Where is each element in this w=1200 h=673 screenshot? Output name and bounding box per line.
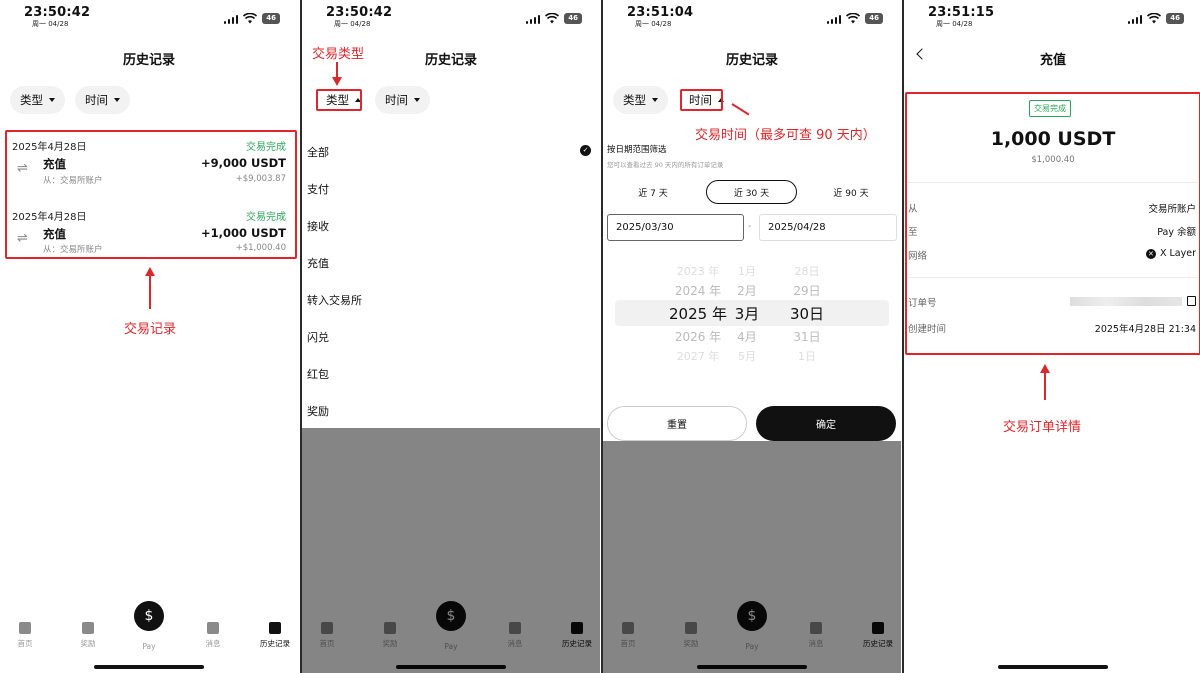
rewards-icon <box>82 622 94 634</box>
status-time: 23:51:04 <box>627 5 694 20</box>
menu-item-receive[interactable]: 接收 <box>307 218 329 234</box>
time-filter-button[interactable]: 时间 <box>375 86 430 114</box>
menu-item-deposit[interactable]: 充值 <box>307 255 329 271</box>
type-filter-label: 类型 <box>20 93 43 107</box>
caret-down-icon <box>114 98 120 102</box>
status-time: 23:50:42 <box>24 5 91 20</box>
tab-rewards[interactable]: 奖励 <box>63 620 113 649</box>
modal-overlay[interactable] <box>603 441 901 673</box>
signal-icon <box>826 14 842 24</box>
pay-label: Pay <box>142 642 156 651</box>
range-30-days[interactable]: 近 30 天 <box>706 180 797 204</box>
pay-button[interactable]: $ <box>134 601 164 631</box>
dollar-icon: $ <box>144 608 154 624</box>
page-title: 历史记录 <box>122 53 175 68</box>
wifi-icon <box>545 13 560 24</box>
tab-messages[interactable]: 消息 <box>188 620 238 649</box>
status-bar: 23:51:04 周一 04/28 46 <box>603 4 901 32</box>
date-range-hint: 您可以查看过去 90 天内的所有订单记录 <box>607 161 724 169</box>
highlight-box <box>316 89 362 111</box>
caret-down-icon <box>652 98 658 102</box>
wifi-icon <box>243 13 258 24</box>
modal-overlay[interactable] <box>302 428 600 673</box>
menu-item-pay[interactable]: 支付 <box>307 181 329 197</box>
status-bar: 23:50:42 周一 04/28 46 <box>302 4 600 32</box>
type-filter-label: 类型 <box>623 93 646 107</box>
wifi-icon <box>1147 13 1162 24</box>
battery-icon: 46 <box>564 13 582 24</box>
annotation-label: 交易记录 <box>124 322 177 337</box>
status-date: 周一 04/28 <box>635 20 672 28</box>
menu-item-to-exchange[interactable]: 转入交易所 <box>307 292 362 308</box>
page-title: 充值 <box>1039 53 1066 68</box>
screenshot-collage: 23:50:42 周一 04/28 46 历史记录 类型 时间 2025年4月2… <box>0 0 1200 673</box>
annotation-arrow <box>1040 364 1050 400</box>
range-7-days[interactable]: 近 7 天 <box>607 180 699 204</box>
reset-button[interactable]: 重置 <box>607 406 747 441</box>
annotation-label: 交易订单详情 <box>1003 420 1082 435</box>
range-90-days[interactable]: 近 90 天 <box>805 180 897 204</box>
signal-icon <box>223 14 239 24</box>
annotation-arrow <box>145 267 155 309</box>
signal-icon <box>1127 14 1143 24</box>
time-filter-button[interactable]: 时间 <box>75 86 130 114</box>
page-title: 历史记录 <box>424 53 477 68</box>
battery-icon: 46 <box>865 13 883 24</box>
battery-icon: 46 <box>262 13 280 24</box>
status-bar: 23:50:42 周一 04/28 46 <box>0 4 298 32</box>
annotation-arrow <box>731 103 750 116</box>
time-filter-label: 时间 <box>385 93 408 107</box>
screen-type-filter: 23:50:42 周一 04/28 46 交易类型 历史记录 类型 时间 全部 … <box>302 0 600 673</box>
highlight-box <box>680 89 723 111</box>
date-separator: - <box>748 221 752 232</box>
menu-item-rewards[interactable]: 奖励 <box>307 403 329 419</box>
highlight-box <box>905 92 1200 355</box>
screen-history-list: 23:50:42 周一 04/28 46 历史记录 类型 时间 2025年4月2… <box>0 0 298 673</box>
screen-time-filter: 23:51:04 周一 04/28 46 历史记录 类型 时间 交易时间（最多可… <box>603 0 901 673</box>
page-title: 历史记录 <box>725 53 778 68</box>
status-time: 23:50:42 <box>326 5 393 20</box>
date-range-title: 按日期范围筛选 <box>607 145 667 155</box>
caret-down-icon <box>414 98 420 102</box>
status-time: 23:51:15 <box>928 5 995 20</box>
status-bar: 23:51:15 周一 04/28 46 <box>904 4 1200 32</box>
home-icon <box>19 622 31 634</box>
menu-item-red-packet[interactable]: 红包 <box>307 366 329 382</box>
highlight-box <box>5 130 297 259</box>
type-filter-button[interactable]: 类型 <box>613 86 668 114</box>
end-date-field[interactable]: 2025/04/28 <box>759 214 897 241</box>
menu-item-swap[interactable]: 闪兑 <box>307 329 329 345</box>
signal-icon <box>525 14 541 24</box>
check-icon: ✓ <box>580 145 591 156</box>
annotation-label: 交易时间（最多可查 90 天内） <box>695 128 876 143</box>
status-date: 周一 04/28 <box>32 20 69 28</box>
menu-item-all[interactable]: 全部 <box>307 144 329 160</box>
tab-history[interactable]: 历史记录 <box>250 620 298 649</box>
message-icon <box>207 622 219 634</box>
status-date: 周一 04/28 <box>936 20 973 28</box>
tab-home[interactable]: 首页 <box>0 620 50 649</box>
battery-icon: 46 <box>1166 13 1184 24</box>
home-indicator <box>94 665 204 669</box>
caret-down-icon <box>49 98 55 102</box>
confirm-button[interactable]: 确定 <box>756 406 896 441</box>
screen-order-detail: 23:51:15 周一 04/28 46 充值 交易完成 1,000 USDT … <box>904 0 1200 673</box>
start-date-field[interactable]: 2025/03/30 <box>607 214 744 241</box>
type-filter-button[interactable]: 类型 <box>10 86 65 114</box>
history-icon <box>269 622 281 634</box>
wifi-icon <box>846 13 861 24</box>
status-date: 周一 04/28 <box>334 20 371 28</box>
time-filter-label: 时间 <box>85 93 108 107</box>
home-indicator <box>998 665 1108 669</box>
